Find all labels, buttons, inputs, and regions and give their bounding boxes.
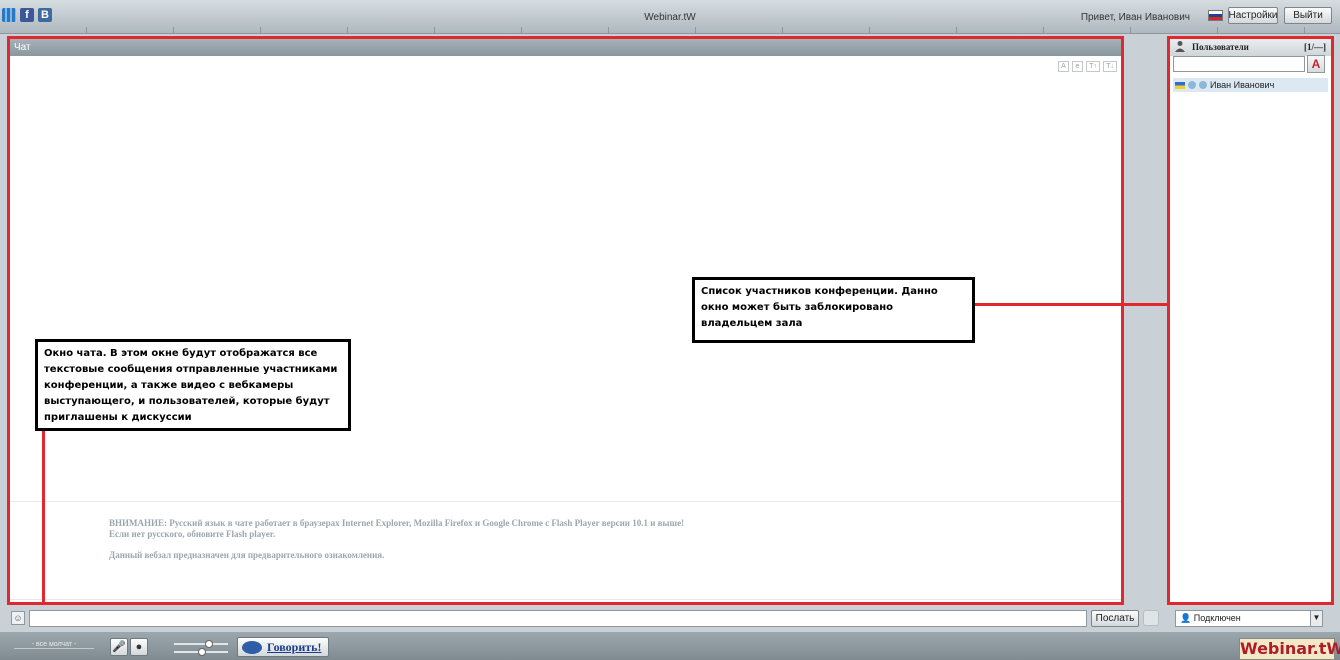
settings-button[interactable]: Настройки — [1228, 7, 1278, 24]
webinar-logo: Webinar.tW — [1239, 638, 1340, 660]
users-header: Пользователи [1/—] — [1170, 39, 1331, 56]
users-callout-connector — [975, 303, 1169, 306]
speech-bubble-icon — [242, 640, 262, 654]
users-title: Пользователи — [1192, 42, 1249, 52]
chat-callout: Окно чата. В этом окне будут отображатся… — [35, 339, 351, 431]
chat-callout-connector — [42, 431, 45, 605]
chat-header: Чат — [10, 39, 1121, 56]
microphone-button[interactable]: 🎤 — [110, 638, 128, 656]
font-decrease-icon[interactable]: T↓ — [1103, 61, 1117, 72]
speaker-status: - все молчат - — [14, 641, 94, 649]
message-bar: ☺ Послать — [7, 607, 1166, 629]
smiley-icon[interactable]: ☺ — [11, 611, 25, 625]
text-color-icon[interactable]: A — [1058, 61, 1069, 72]
user-cam-icon — [1199, 81, 1207, 89]
users-callout: Список участников конференции. Данно окн… — [692, 277, 975, 343]
speak-button[interactable]: Говорить! — [237, 637, 329, 657]
logout-button[interactable]: Выйти — [1284, 7, 1332, 24]
send-button[interactable]: Послать — [1091, 610, 1139, 627]
webcam-button[interactable]: ● — [130, 638, 148, 656]
user-mic-icon — [1188, 81, 1196, 89]
top-ruler — [0, 27, 1340, 33]
clear-chat-icon[interactable]: e — [1072, 61, 1083, 72]
sort-users-button[interactable]: A — [1307, 55, 1325, 73]
users-search-input[interactable] — [1173, 56, 1305, 72]
russian-flag-icon[interactable] — [1208, 10, 1223, 21]
user-name: Иван Иванович — [1210, 80, 1275, 90]
chat-divider — [10, 599, 1121, 600]
status-select[interactable]: 👤 Подключен ▼ — [1175, 610, 1323, 627]
notice-preview: Данный вебзал предназначен для предварит… — [109, 550, 385, 560]
webinar-window: f B Webinar.tW Привет, Иван Иванович Нас… — [0, 0, 1340, 660]
chevron-down-icon[interactable]: ▼ — [1310, 611, 1322, 626]
ua-flag-icon — [1175, 81, 1185, 89]
speaker-volume-knob[interactable] — [198, 648, 206, 656]
status-value: Подключен — [1193, 613, 1241, 623]
attach-icon[interactable] — [1143, 610, 1159, 626]
users-count: [1/—] — [1304, 42, 1326, 52]
bottom-bar: - все молчат - 🎤 ● Говорить! Webinar.tW — [0, 632, 1340, 660]
volume-sliders[interactable] — [160, 640, 230, 656]
person-icon: 👤 — [1180, 613, 1192, 623]
top-bar: f B Webinar.tW Привет, Иван Иванович Нас… — [0, 0, 1340, 34]
chat-notice: ВНИМАНИЕ: Русский язык в чате работает в… — [10, 501, 1121, 571]
speak-label: Говорить! — [267, 639, 322, 654]
users-panel: Пользователи [1/—] A Иван Иванович — [1167, 36, 1334, 605]
mic-volume-track[interactable] — [174, 643, 228, 645]
mic-volume-knob[interactable] — [205, 640, 213, 648]
chat-tools: A e T↑ T↓ — [1058, 61, 1117, 72]
message-input[interactable] — [29, 610, 1087, 627]
notice-update-flash: Если нет русского, обновите Flash player… — [109, 529, 276, 539]
font-increase-icon[interactable]: T↑ — [1086, 61, 1100, 72]
greeting: Привет, Иван Иванович — [1080, 12, 1190, 23]
user-list-item[interactable]: Иван Иванович — [1173, 78, 1328, 92]
notice-browsers: ВНИМАНИЕ: Русский язык в чате работает в… — [109, 518, 685, 528]
users-icon — [1175, 41, 1185, 52]
